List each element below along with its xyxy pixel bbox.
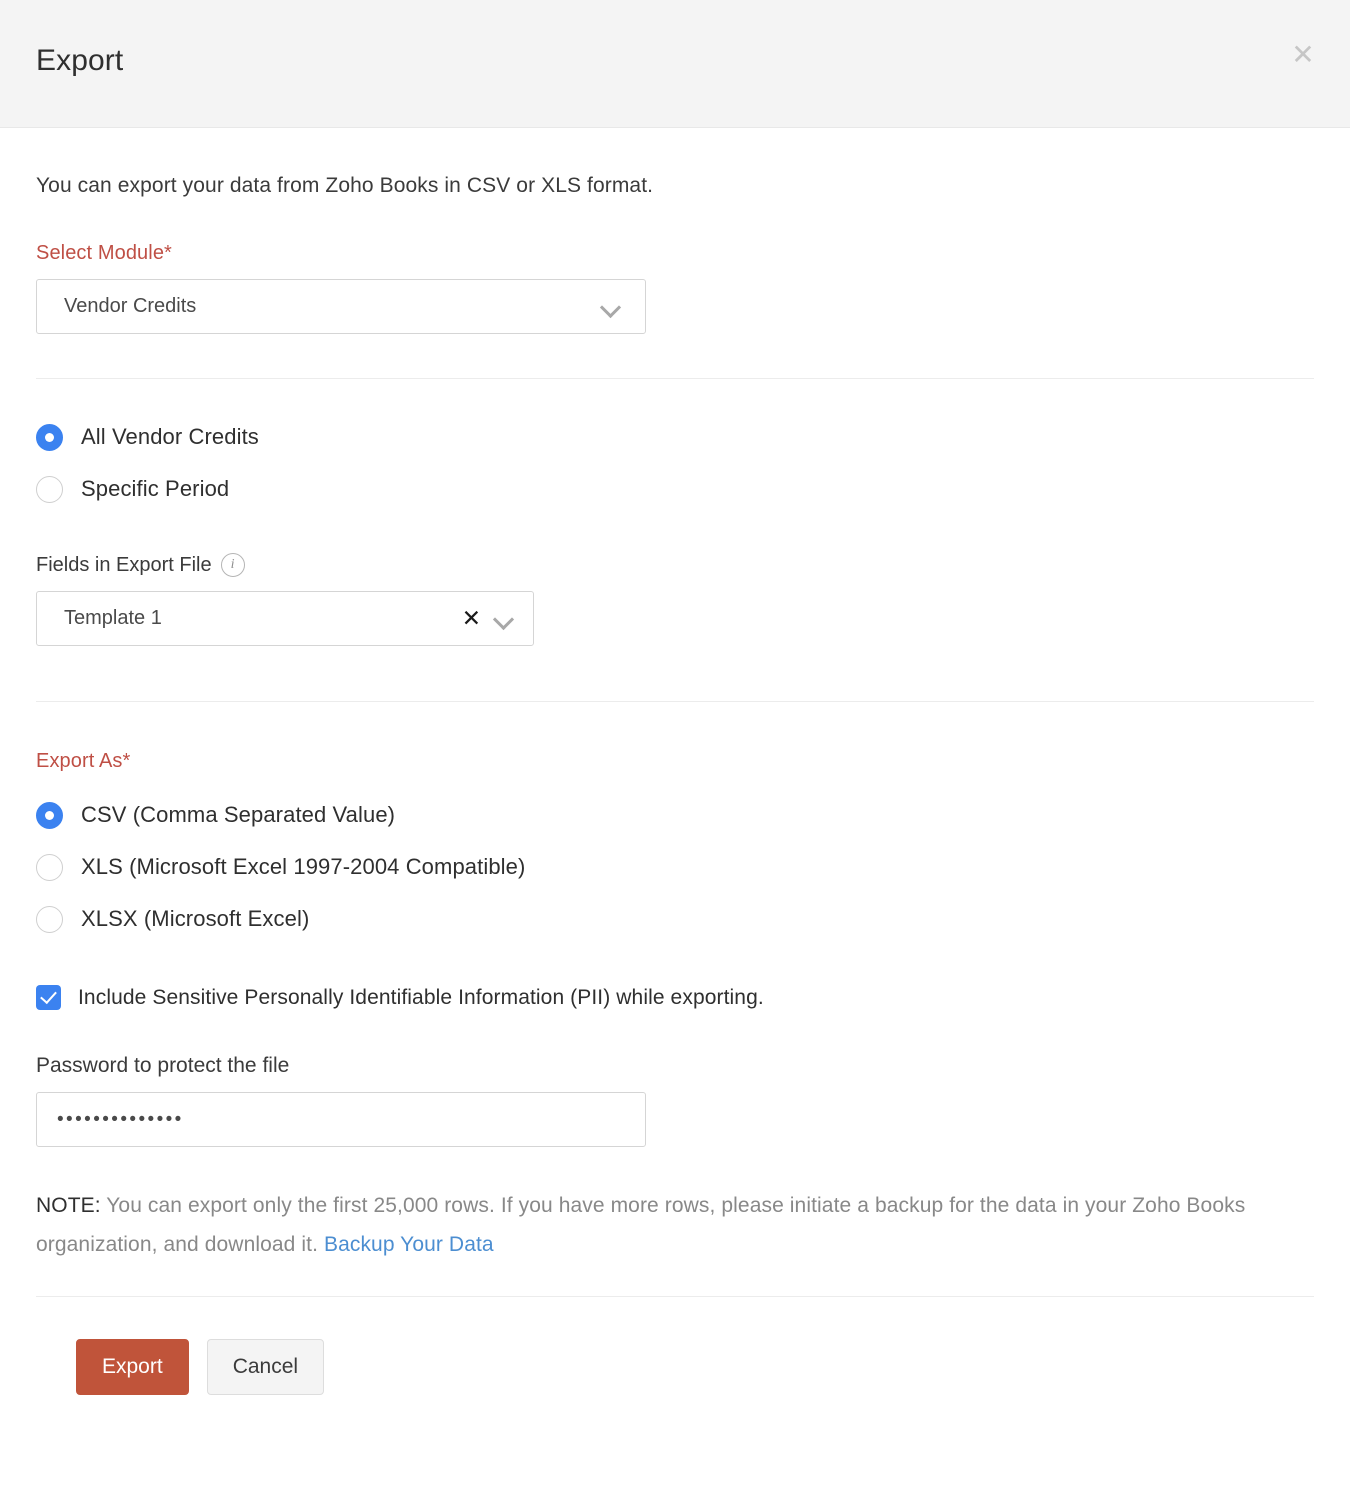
info-icon[interactable]: i	[221, 553, 245, 577]
radio-indicator	[36, 906, 63, 933]
clear-icon[interactable]: ✕	[462, 607, 481, 630]
radio-label: Specific Period	[81, 476, 229, 502]
include-pii-checkbox[interactable]: Include Sensitive Personally Identifiabl…	[36, 985, 1314, 1010]
fields-template-dropdown[interactable]: Template 1 ✕	[36, 591, 534, 646]
radio-indicator	[36, 424, 63, 451]
radio-all-vendor-credits[interactable]: All Vendor Credits	[36, 417, 1314, 457]
scope-radio-group: All Vendor Credits Specific Period	[36, 417, 1314, 509]
radio-specific-period[interactable]: Specific Period	[36, 469, 1314, 509]
radio-label: CSV (Comma Separated Value)	[81, 802, 395, 828]
password-block: Password to protect the file	[36, 1054, 1314, 1147]
radio-xls[interactable]: XLS (Microsoft Excel 1997-2004 Compatibl…	[36, 847, 1314, 887]
radio-indicator	[36, 802, 63, 829]
cancel-button[interactable]: Cancel	[207, 1339, 324, 1395]
divider	[36, 378, 1314, 379]
radio-indicator	[36, 854, 63, 881]
note-block: NOTE: You can export only the first 25,0…	[36, 1187, 1314, 1265]
radio-csv[interactable]: CSV (Comma Separated Value)	[36, 795, 1314, 835]
chevron-down-icon	[493, 608, 515, 630]
radio-indicator	[36, 476, 63, 503]
select-module-label: Select Module*	[36, 242, 1314, 265]
fields-in-export-label-text: Fields in Export File	[36, 554, 212, 577]
export-dialog: Export ✕ You can export your data from Z…	[0, 0, 1350, 1395]
close-icon[interactable]: ✕	[1286, 38, 1320, 72]
export-as-radio-group: CSV (Comma Separated Value) XLS (Microso…	[36, 795, 1314, 939]
chevron-down-icon	[600, 296, 622, 318]
radio-label: All Vendor Credits	[81, 424, 259, 450]
note-label: NOTE:	[36, 1194, 101, 1217]
dialog-header: Export ✕	[0, 0, 1350, 128]
select-module-value: Vendor Credits	[37, 295, 600, 318]
export-button[interactable]: Export	[76, 1339, 189, 1395]
backup-your-data-link[interactable]: Backup Your Data	[324, 1233, 494, 1256]
fields-in-export-label: Fields in Export File i	[36, 553, 1314, 577]
password-label: Password to protect the file	[36, 1054, 1314, 1078]
note-text: You can export only the first 25,000 row…	[36, 1194, 1245, 1256]
radio-label: XLSX (Microsoft Excel)	[81, 906, 309, 932]
export-as-label: Export As*	[36, 750, 1314, 773]
fields-template-value: Template 1	[37, 607, 462, 630]
fields-in-export-block: Fields in Export File i Template 1 ✕	[36, 553, 1314, 646]
intro-text: You can export your data from Zoho Books…	[36, 128, 1314, 198]
dialog-footer: Export Cancel	[36, 1297, 1314, 1395]
dialog-body: You can export your data from Zoho Books…	[0, 128, 1350, 1395]
password-input[interactable]	[36, 1092, 646, 1147]
divider	[36, 701, 1314, 702]
radio-xlsx[interactable]: XLSX (Microsoft Excel)	[36, 899, 1314, 939]
select-module-dropdown[interactable]: Vendor Credits	[36, 279, 646, 334]
include-pii-label: Include Sensitive Personally Identifiabl…	[78, 986, 764, 1010]
page-title: Export	[36, 44, 123, 78]
checkbox-indicator	[36, 985, 61, 1010]
radio-label: XLS (Microsoft Excel 1997-2004 Compatibl…	[81, 854, 525, 880]
export-as-block: Export As* CSV (Comma Separated Value) X…	[36, 750, 1314, 939]
